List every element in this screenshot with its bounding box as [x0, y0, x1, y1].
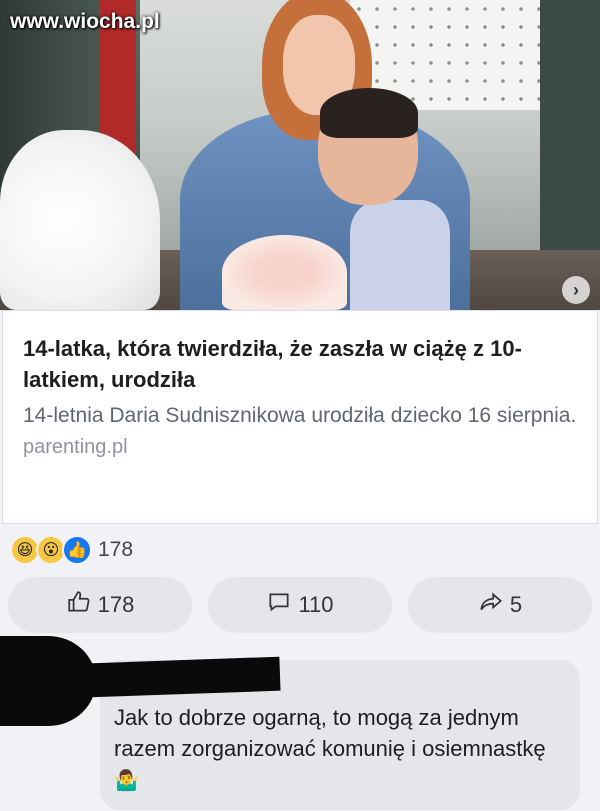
link-preview[interactable]: 14-latka, która twierdziła, że zaszła w …	[2, 310, 598, 524]
photo-boy-shirt	[350, 200, 450, 310]
shrug-emoji-icon: 🤷‍♂️	[114, 770, 139, 792]
share-count: 5	[509, 592, 523, 617]
share-arrow-icon	[478, 589, 504, 621]
comment-body: Jak to dobrze ogarną, to mogą za jednym …	[114, 705, 546, 761]
comment-count: 110	[298, 592, 334, 617]
like-button[interactable]: 178	[8, 577, 192, 633]
post-photo[interactable]: www.wiocha.pl ›	[0, 0, 600, 310]
commenter-name-redacted	[89, 656, 281, 698]
reactions-summary[interactable]: 😆 😮 👍 178	[10, 535, 133, 565]
comment-button[interactable]: 110	[208, 577, 392, 633]
photo-boy-hair	[320, 88, 418, 138]
link-title[interactable]: 14-latka, która twierdziła, że zaszła w …	[23, 333, 577, 395]
comment-text: Jak to dobrze ogarną, to mogą za jednym …	[114, 702, 564, 797]
like-emoji-icon: 👍	[62, 535, 92, 565]
photo-bouquet	[222, 235, 347, 310]
link-description: 14-letnia Daria Sudnisznikowa urodziła d…	[23, 404, 577, 427]
share-button[interactable]: 5	[408, 577, 592, 633]
photo-background	[540, 0, 600, 290]
thumbs-up-icon	[66, 589, 92, 621]
chevron-right-icon[interactable]: ›	[562, 276, 590, 304]
watermark: www.wiocha.pl	[10, 10, 160, 33]
like-count: 178	[97, 592, 135, 617]
comment-icon	[266, 589, 292, 621]
link-domain: parenting.pl	[23, 436, 128, 458]
reactions-count: 178	[98, 538, 134, 561]
photo-dress	[0, 130, 160, 310]
avatar[interactable]	[0, 636, 96, 726]
